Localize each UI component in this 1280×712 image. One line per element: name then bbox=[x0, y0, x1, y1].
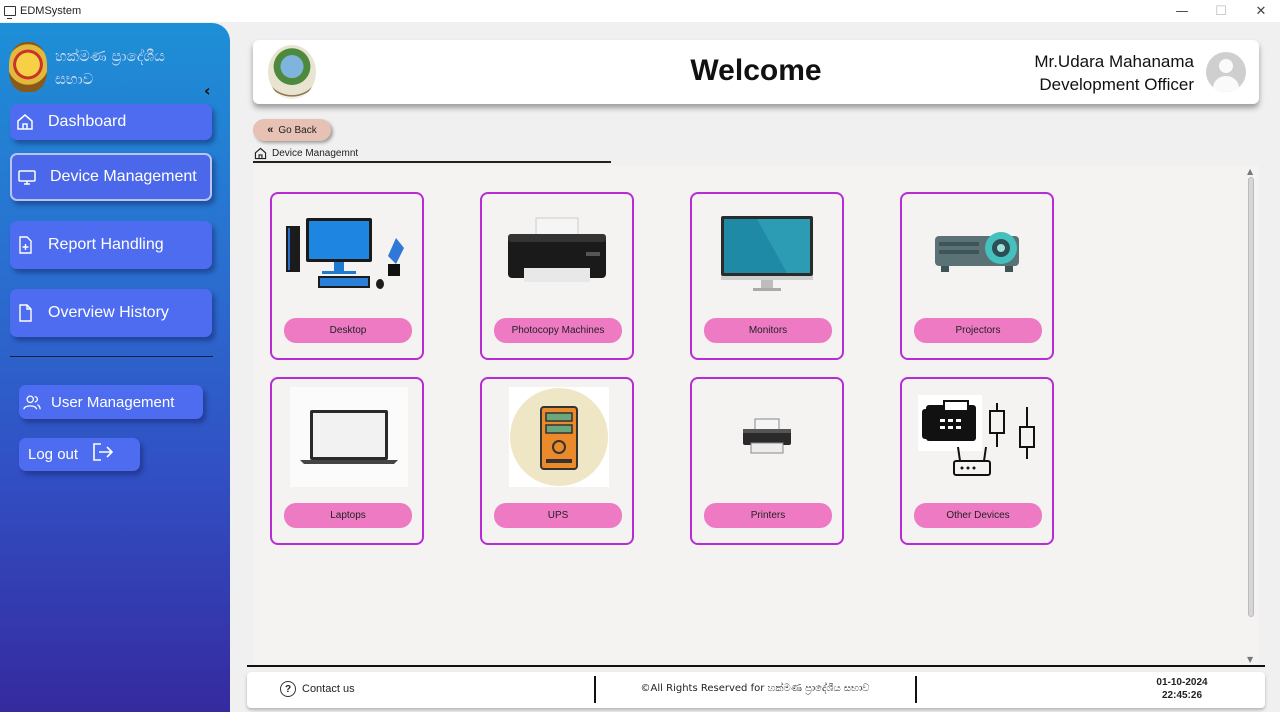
user-management-button[interactable]: User Management bbox=[19, 385, 203, 419]
contact-us-link[interactable]: ? Contact us bbox=[280, 681, 355, 697]
home-icon bbox=[16, 113, 34, 131]
device-card-photocopy-machines[interactable]: Photocopy Machines bbox=[480, 192, 634, 360]
desktop-computer-icon bbox=[284, 202, 410, 302]
sidebar-divider bbox=[10, 356, 213, 357]
sidebar-item-dashboard[interactable]: Dashboard bbox=[10, 104, 212, 140]
laptop-icon bbox=[290, 387, 408, 487]
date-text: 01-10-2024 bbox=[1156, 677, 1208, 688]
go-back-label: Go Back bbox=[278, 124, 317, 136]
printer-icon bbox=[704, 387, 830, 487]
org-name: හක්මණ ප්‍රාදේශීය සභාව bbox=[55, 47, 165, 88]
device-label: Photocopy Machines bbox=[494, 318, 622, 343]
copyright-text: ©All Rights Reserved for හක්මණ ප්‍රාදේශී… bbox=[640, 683, 870, 694]
sidebar: හක්මණ ප්‍රාදේශීය සභාව ‹ Dashboard Device… bbox=[0, 23, 230, 712]
home-icon[interactable] bbox=[254, 147, 267, 160]
monitor-icon bbox=[18, 168, 36, 186]
window-titlebar: EDMSystem bbox=[0, 0, 1280, 22]
file-plus-icon bbox=[16, 236, 34, 254]
sidebar-item-label: Device Management bbox=[50, 168, 197, 185]
device-card-other-devices[interactable]: Other Devices bbox=[900, 377, 1054, 545]
double-chevron-left-icon: « bbox=[267, 124, 274, 136]
user-management-label: User Management bbox=[51, 393, 175, 411]
device-label: UPS bbox=[494, 503, 622, 528]
device-label: Laptops bbox=[284, 503, 412, 528]
go-back-button[interactable]: « Go Back bbox=[253, 119, 331, 141]
logout-button[interactable]: Log out bbox=[19, 438, 140, 471]
file-icon bbox=[16, 304, 34, 322]
device-card-printers[interactable]: Printers bbox=[690, 377, 844, 545]
app-monitor-icon bbox=[4, 6, 16, 19]
scroll-up-icon[interactable]: ▲ bbox=[1247, 167, 1253, 176]
vertical-scrollbar[interactable]: ▲ ▼ bbox=[1246, 167, 1258, 664]
maximize-button[interactable]: ☐ bbox=[1201, 0, 1241, 22]
time-text: 22:45:26 bbox=[1161, 690, 1203, 701]
minimize-button[interactable]: — bbox=[1162, 0, 1202, 22]
sidebar-item-label: Overview History bbox=[48, 304, 169, 321]
sidebar-item-label: Dashboard bbox=[48, 113, 127, 130]
breadcrumb: Device Managemnt bbox=[253, 146, 611, 163]
user-role: Development Officer bbox=[1039, 75, 1194, 94]
projector-icon bbox=[914, 202, 1040, 302]
device-card-laptops[interactable]: Laptops bbox=[270, 377, 424, 545]
contact-label: Contact us bbox=[302, 683, 355, 695]
device-card-desktop[interactable]: Desktop bbox=[270, 192, 424, 360]
sidebar-item-label: Report Handling bbox=[48, 236, 164, 253]
logout-icon bbox=[92, 442, 114, 467]
users-icon bbox=[23, 393, 41, 411]
scroll-down-icon[interactable]: ▼ bbox=[1247, 655, 1253, 664]
sidebar-item-device-management[interactable]: Device Management bbox=[10, 153, 212, 201]
device-card-monitors[interactable]: Monitors bbox=[690, 192, 844, 360]
photocopy-machine-icon bbox=[494, 202, 620, 302]
device-label: Monitors bbox=[704, 318, 832, 343]
device-card-projectors[interactable]: Projectors bbox=[900, 192, 1054, 360]
close-button[interactable]: ✕ bbox=[1241, 0, 1280, 22]
footer: ? Contact us ©All Rights Reserved for හක… bbox=[247, 672, 1265, 708]
user-name: Mr.Udara Mahanama bbox=[1034, 52, 1194, 71]
other-devices-icon bbox=[914, 387, 1040, 487]
device-label: Projectors bbox=[914, 318, 1042, 343]
emblem-logo bbox=[9, 42, 47, 92]
window-title: EDMSystem bbox=[20, 5, 82, 17]
avatar[interactable] bbox=[1206, 52, 1246, 92]
header: Welcome Mr.Udara Mahanama Development Of… bbox=[253, 40, 1259, 104]
ups-icon bbox=[509, 387, 609, 487]
help-circle-icon: ? bbox=[280, 681, 296, 697]
footer-separator bbox=[915, 676, 917, 703]
device-label: Other Devices bbox=[914, 503, 1042, 528]
logout-label: Log out bbox=[28, 446, 79, 463]
sidebar-item-report-handling[interactable]: Report Handling bbox=[10, 221, 212, 269]
device-label: Printers bbox=[704, 503, 832, 528]
breadcrumb-label: Device Managemnt bbox=[272, 148, 359, 159]
scroll-thumb[interactable] bbox=[1248, 177, 1254, 617]
user-info: Mr.Udara Mahanama Development Officer bbox=[1034, 50, 1194, 96]
device-label: Desktop bbox=[284, 318, 412, 343]
chevron-left-icon[interactable]: ‹ bbox=[204, 81, 211, 100]
monitor-icon bbox=[704, 202, 830, 302]
sidebar-item-overview-history[interactable]: Overview History bbox=[10, 289, 212, 337]
datetime: 01-10-2024 22:45:26 bbox=[1127, 676, 1237, 702]
device-card-ups[interactable]: UPS bbox=[480, 377, 634, 545]
footer-divider bbox=[247, 665, 1265, 667]
